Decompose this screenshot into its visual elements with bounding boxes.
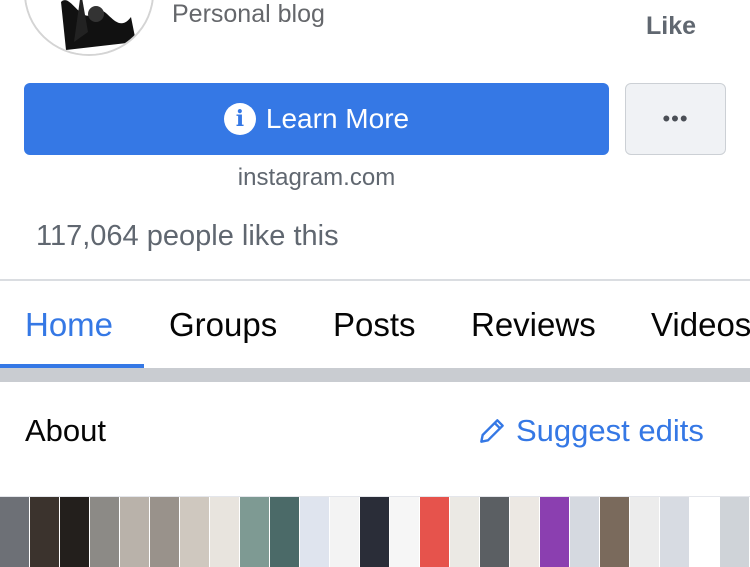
photo-thumbnail[interactable]: [690, 497, 720, 567]
website-link[interactable]: instagram.com: [0, 164, 633, 192]
photo-thumbnail[interactable]: [120, 497, 150, 567]
learn-more-label: Learn More: [265, 103, 410, 134]
photo-thumbnail[interactable]: [660, 497, 690, 567]
learn-more-button[interactable]: i Learn More: [24, 83, 609, 155]
section-separator: [0, 368, 750, 382]
photo-thumbnail[interactable]: [720, 497, 750, 567]
suggest-edits-label: Suggest edits: [516, 413, 704, 448]
like-button-label[interactable]: Like: [646, 12, 696, 41]
photo-thumbnail[interactable]: [600, 497, 630, 567]
avatar-image: [26, 0, 152, 54]
photo-thumbnail[interactable]: [180, 497, 210, 567]
photo-thumbnail[interactable]: [450, 497, 480, 567]
about-heading: About: [25, 413, 107, 448]
photo-thumbnail[interactable]: [0, 497, 30, 567]
info-icon: i: [223, 103, 256, 135]
tab-groups[interactable]: Groups: [169, 306, 277, 344]
photo-thumbnail[interactable]: [630, 497, 660, 567]
likes-count: 117,064 people like this: [36, 220, 339, 252]
more-dots-icon: •••: [662, 106, 689, 131]
pencil-icon: [480, 419, 504, 443]
photo-thumbnail[interactable]: [270, 497, 300, 567]
divider: [0, 279, 750, 281]
tab-posts[interactable]: Posts: [333, 306, 416, 344]
more-options-button[interactable]: •••: [625, 83, 726, 155]
photo-thumbnail[interactable]: [60, 497, 90, 567]
suggest-edits-button[interactable]: Suggest edits: [476, 413, 704, 449]
photo-thumbnail-strip[interactable]: [0, 496, 750, 567]
photo-thumbnail[interactable]: [240, 497, 270, 567]
photo-thumbnail[interactable]: [420, 497, 450, 567]
photo-thumbnail[interactable]: [210, 497, 240, 567]
photo-thumbnail[interactable]: [360, 497, 390, 567]
photo-thumbnail[interactable]: [90, 497, 120, 567]
page-category: Personal blog: [172, 0, 325, 28]
photo-thumbnail[interactable]: [150, 497, 180, 567]
photo-thumbnail[interactable]: [480, 497, 510, 567]
page-avatar[interactable]: [24, 0, 154, 56]
photo-thumbnail[interactable]: [330, 497, 360, 567]
tab-videos[interactable]: Videos: [651, 306, 750, 344]
photo-thumbnail[interactable]: [540, 497, 570, 567]
photo-thumbnail[interactable]: [30, 497, 60, 567]
photo-thumbnail[interactable]: [570, 497, 600, 567]
tab-home[interactable]: Home: [25, 306, 113, 344]
photo-thumbnail[interactable]: [510, 497, 540, 567]
photo-thumbnail[interactable]: [390, 497, 420, 567]
photo-thumbnail[interactable]: [300, 497, 330, 567]
tab-reviews[interactable]: Reviews: [471, 306, 596, 344]
